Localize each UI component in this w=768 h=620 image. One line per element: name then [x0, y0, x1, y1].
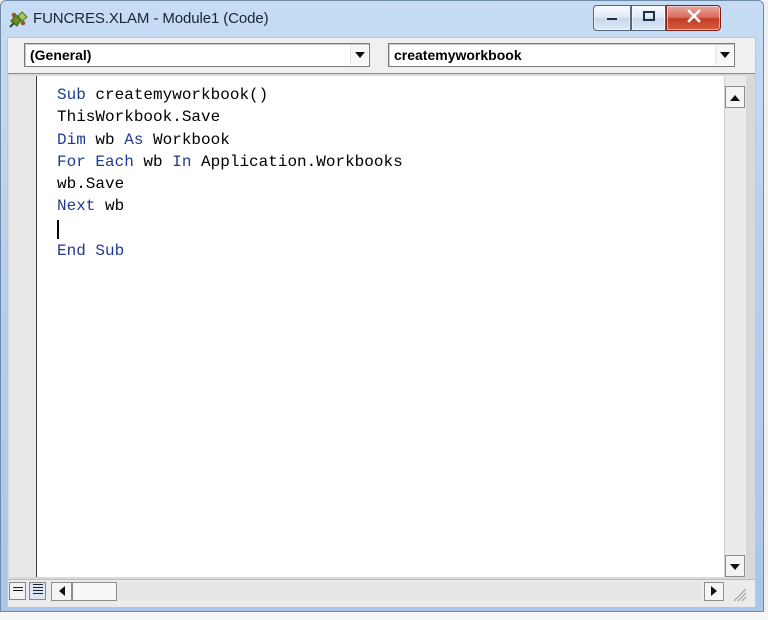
minimize-icon [605, 9, 619, 27]
variable-type: Workbook [143, 130, 230, 149]
horizontal-scroll-thumb[interactable] [72, 582, 117, 601]
code-editor[interactable]: Sub createmyworkbook() ThisWorkbook.Save… [36, 76, 724, 577]
keyword-for: For [57, 152, 86, 171]
procedure-view-icon [12, 582, 24, 600]
code-line-1[interactable]: Sub createmyworkbook() [57, 84, 697, 106]
keyword-each: Each [95, 152, 134, 171]
scroll-right-button[interactable] [704, 582, 724, 601]
procedure-view-button[interactable] [9, 582, 26, 600]
size-grip-icon[interactable] [726, 583, 748, 603]
code-line-7[interactable] [57, 218, 697, 240]
window-titlebar[interactable]: FUNCRES.XLAM - Module1 (Code) [1, 1, 763, 37]
full-module-view-icon [32, 582, 44, 600]
keyword-dim: Dim [57, 130, 86, 149]
keyword-end-sub: End Sub [57, 242, 125, 261]
chevron-down-icon[interactable] [350, 45, 368, 65]
object-dropdown[interactable]: (General) [24, 43, 370, 67]
window-caption-buttons [584, 5, 754, 33]
left-arrow-icon [58, 583, 65, 601]
below-window-area [0, 612, 768, 620]
code-line-4[interactable]: For Each wb In Application.Workbooks [57, 151, 697, 173]
scroll-left-button[interactable] [51, 582, 72, 601]
procedure-declaration: createmyworkbook() [85, 86, 269, 104]
down-arrow-icon [730, 557, 740, 575]
code-window-client: (General) createmyworkbook Sub createmyw… [7, 37, 756, 607]
code-line-8[interactable]: End Sub [57, 240, 697, 262]
code-line-5[interactable]: wb.Save [57, 173, 697, 195]
text-cursor [57, 219, 59, 239]
keyword-sub: Sub [57, 86, 86, 104]
close-button[interactable] [666, 5, 721, 31]
procedure-toolbar: (General) createmyworkbook [8, 38, 755, 71]
code-line-6[interactable]: Next wb [57, 195, 697, 217]
code-line-3[interactable]: Dim wb As Workbook [57, 129, 697, 151]
code-lines: Sub createmyworkbook() ThisWorkbook.Save… [57, 84, 697, 262]
chevron-down-icon[interactable] [715, 45, 733, 65]
workbook-save-statement: ThisWorkbook.Save [57, 108, 221, 127]
code-editor-frame: Sub createmyworkbook() ThisWorkbook.Save… [8, 73, 755, 607]
procedure-dropdown[interactable]: createmyworkbook [388, 43, 735, 67]
variable-name: wb [85, 130, 125, 149]
next-variable: wb [95, 197, 125, 216]
up-arrow-icon [730, 88, 740, 106]
keyword-next: Next [57, 197, 96, 216]
minimize-button[interactable] [593, 5, 631, 31]
keyword-in: In [172, 152, 192, 171]
code-line-2[interactable]: ThisWorkbook.Save [57, 106, 697, 128]
scroll-down-button[interactable] [725, 555, 745, 577]
editor-bottom-bar [8, 579, 755, 607]
wb-save-statement: wb.Save [57, 175, 125, 194]
window-title: FUNCRES.XLAM - Module1 (Code) [33, 10, 269, 27]
full-module-view-button[interactable] [29, 582, 46, 600]
scroll-up-button[interactable] [725, 86, 745, 108]
loop-variable: wb [133, 152, 173, 171]
workbooks-collection: Application.Workbooks [191, 152, 403, 171]
vertical-scrollbar[interactable] [724, 76, 746, 577]
maximize-button[interactable] [631, 5, 666, 31]
procedure-dropdown-value: createmyworkbook [394, 47, 522, 63]
horizontal-scroll-track[interactable] [117, 582, 701, 601]
vba-code-window: FUNCRES.XLAM - Module1 (Code) (General) … [0, 0, 764, 612]
object-dropdown-value: (General) [30, 47, 92, 63]
keyword-as: As [124, 130, 144, 149]
right-arrow-icon [711, 583, 717, 601]
close-icon [686, 8, 702, 28]
code-margin[interactable] [9, 76, 36, 577]
maximize-icon [642, 9, 656, 27]
vba-project-icon [8, 9, 30, 29]
